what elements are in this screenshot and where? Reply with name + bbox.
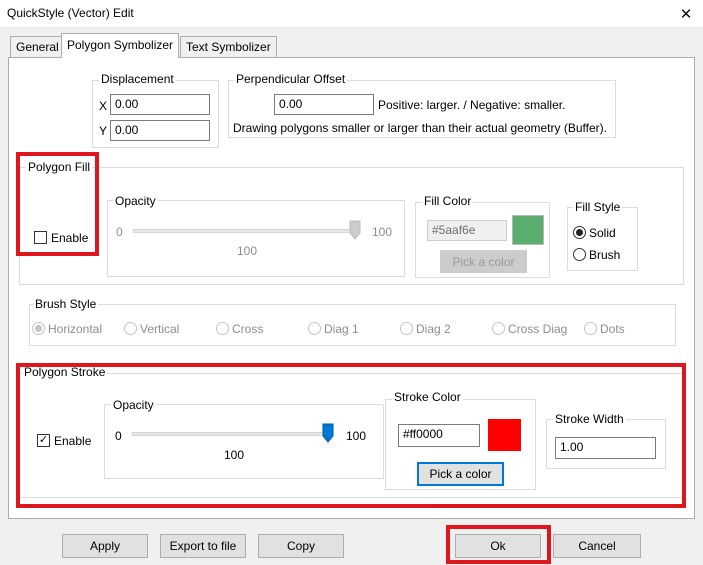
brush-horizontal-label: Horizontal [48, 322, 103, 336]
stroke-opacity-thumb[interactable] [322, 423, 334, 443]
offset-input[interactable]: 0.00 [274, 94, 374, 115]
brush-dots-radio[interactable] [584, 322, 597, 335]
fill-opacity-thumb[interactable] [349, 220, 361, 240]
window-title: QuickStyle (Vector) Edit [7, 6, 134, 20]
fill-style-solid-radio[interactable] [573, 226, 586, 239]
fill-color-input[interactable]: #5aaf6e [427, 220, 507, 241]
stroke-width-label: Stroke Width [553, 412, 626, 426]
stroke-opacity-min: 0 [115, 429, 122, 443]
displacement-label: Displacement [99, 72, 176, 86]
fill-color-swatch[interactable] [512, 215, 544, 245]
stroke-opacity-max: 100 [346, 429, 367, 443]
fill-style-brush-label: Brush [589, 248, 621, 262]
cancel-button[interactable]: Cancel [553, 534, 641, 558]
stroke-opacity-group [104, 404, 384, 479]
brush-crossdiag-radio[interactable] [492, 322, 505, 335]
stroke-color-input[interactable]: #ff0000 [398, 424, 480, 447]
fill-enable-label: Enable [51, 231, 89, 245]
fill-style-solid-label: Solid [589, 226, 616, 240]
fill-opacity-min: 0 [116, 225, 123, 239]
displacement-x-label: X [99, 99, 108, 113]
tab-text-symbolizer[interactable]: Text Symbolizer [180, 36, 277, 57]
brush-crossdiag-label: Cross Diag [508, 322, 568, 336]
offset-description: Drawing polygons smaller or larger than … [233, 121, 607, 135]
stroke-width-input[interactable]: 1.00 [555, 437, 656, 459]
fill-opacity-label: Opacity [113, 194, 158, 208]
fill-pick-color-button[interactable]: Pick a color [440, 250, 527, 273]
stroke-color-label: Stroke Color [392, 390, 463, 404]
brush-horizontal-radio[interactable] [32, 322, 45, 335]
apply-button[interactable]: Apply [62, 534, 148, 558]
displacement-y-label: Y [99, 124, 108, 138]
fill-color-label: Fill Color [422, 194, 474, 208]
ok-button[interactable]: Ok [455, 534, 541, 558]
stroke-pick-color-button[interactable]: Pick a color [417, 462, 504, 486]
brush-diag2-radio[interactable] [400, 322, 413, 335]
fill-style-brush-radio[interactable] [573, 248, 586, 261]
stroke-opacity-slider[interactable] [132, 432, 332, 436]
offset-label: Perpendicular Offset [234, 72, 348, 86]
fill-opacity-slider[interactable] [133, 229, 359, 233]
stroke-enable-label: Enable [54, 434, 92, 448]
stroke-color-swatch[interactable] [488, 419, 521, 451]
export-to-file-button[interactable]: Export to file [160, 534, 246, 558]
brush-cross-radio[interactable] [216, 322, 229, 335]
stroke-opacity-label: Opacity [111, 398, 156, 412]
brush-vertical-radio[interactable] [124, 322, 137, 335]
tab-polygon-symbolizer[interactable]: Polygon Symbolizer [61, 33, 180, 58]
stroke-opacity-value: 100 [224, 448, 245, 462]
brush-diag2-label: Diag 2 [416, 322, 451, 336]
copy-button[interactable]: Copy [258, 534, 344, 558]
brush-style-label: Brush Style [33, 297, 99, 311]
title-bar: QuickStyle (Vector) Edit ✕ [0, 0, 703, 28]
brush-cross-label: Cross [232, 322, 264, 336]
brush-diag1-radio[interactable] [308, 322, 321, 335]
polygon-stroke-label: Polygon Stroke [22, 365, 108, 379]
brush-vertical-label: Vertical [140, 322, 180, 336]
displacement-x-input[interactable]: 0.00 [110, 94, 210, 115]
fill-opacity-value: 100 [237, 244, 258, 258]
tab-general[interactable]: General [10, 36, 65, 57]
fill-style-label: Fill Style [573, 200, 623, 214]
close-icon[interactable]: ✕ [669, 0, 703, 28]
brush-diag1-label: Diag 1 [324, 322, 359, 336]
offset-hint: Positive: larger. / Negative: smaller. [378, 98, 566, 112]
brush-dots-label: Dots [600, 322, 625, 336]
displacement-y-input[interactable]: 0.00 [110, 120, 210, 141]
fill-opacity-max: 100 [372, 225, 393, 239]
tab-panel: Displacement X 0.00 Y 0.00 Perpendicular… [8, 57, 695, 519]
polygon-fill-label: Polygon Fill [26, 160, 93, 174]
stroke-enable-checkbox[interactable]: ✓ [37, 434, 50, 447]
fill-enable-checkbox[interactable] [34, 231, 47, 244]
